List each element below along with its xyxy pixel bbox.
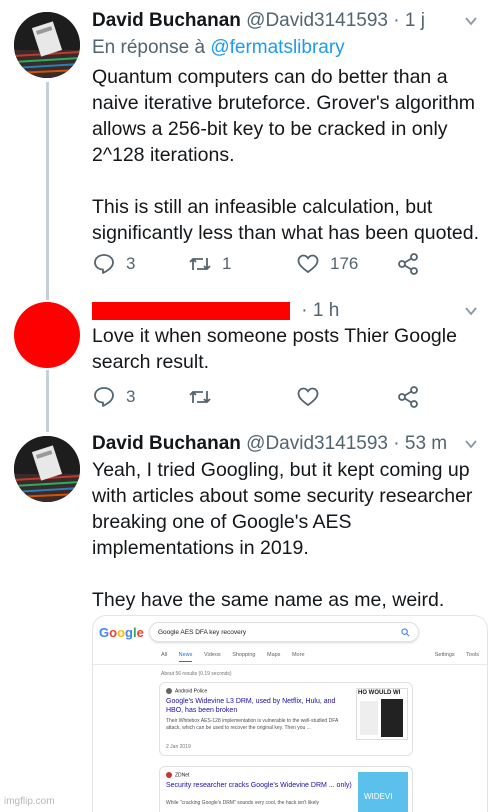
tweet-line: significantly less than what has been qu… <box>92 222 480 244</box>
timestamp[interactable]: · 53 m <box>393 433 447 454</box>
handle[interactable]: @David3141593 <box>246 433 388 454</box>
tweet-line: 2^128 iterations. <box>92 144 235 166</box>
like-button[interactable]: 176 <box>296 252 358 276</box>
reply-button[interactable]: 3 <box>92 385 135 409</box>
search-tools: Settings Tools <box>425 652 479 658</box>
favicon-icon <box>166 772 172 778</box>
result-title: Google's Widevine L3 DRM, used by Netfli… <box>166 698 336 714</box>
tab-shopping: Shopping <box>232 652 256 658</box>
tab-more: More <box>291 652 305 658</box>
action-bar: 3 1 176 <box>92 252 432 276</box>
share-button[interactable] <box>396 385 420 409</box>
chevron-down-icon[interactable] <box>464 437 478 451</box>
timestamp[interactable]: · 1 j <box>393 10 425 31</box>
heart-icon <box>297 387 319 407</box>
avatar-redacted[interactable] <box>14 302 80 368</box>
reply-count: 3 <box>126 387 136 406</box>
result-stats: About 56 results (0.19 seconds) <box>161 671 232 677</box>
search-tabs: All News Videos Shopping Maps More <box>161 652 315 662</box>
heart-icon <box>297 254 319 274</box>
result-title: Security researcher cracks Google's Wide… <box>166 782 352 789</box>
tweet-line: This is still an infeasible calculation,… <box>92 196 433 218</box>
thumbnail-caption: HO WOULD WI <box>358 690 401 696</box>
tweet-line: Love it when someone posts Thier Google <box>92 325 457 347</box>
share-icon <box>398 253 418 275</box>
timestamp[interactable]: · 1 h <box>301 300 339 321</box>
result-snippet: While "cracking Google's DRM" sounds ver… <box>166 800 320 806</box>
tweet-line: breaking one of Google's AES <box>92 511 352 533</box>
settings-link: Settings <box>434 652 455 658</box>
thumbnail-graphic <box>360 701 378 735</box>
tweet-line <box>92 561 492 587</box>
display-name[interactable]: David Buchanan <box>92 433 241 454</box>
share-icon <box>398 386 418 408</box>
reply-button[interactable]: 3 <box>92 252 135 276</box>
retweet-icon <box>189 391 211 403</box>
tweet-line: Quantum computers can do better than a <box>92 66 448 88</box>
chevron-down-icon[interactable] <box>464 304 478 318</box>
tweet-line: search result. <box>92 351 210 373</box>
reply-mention-link[interactable]: @fermatslibrary <box>210 37 344 58</box>
tweet-text: Yeah, I tried Googling, but it kept comi… <box>92 457 492 613</box>
retweet-button[interactable] <box>188 385 212 409</box>
avatar[interactable] <box>14 12 80 78</box>
result-thumbnail: HO WOULD WI <box>356 688 408 740</box>
google-logo: Google <box>99 625 144 640</box>
avatar[interactable] <box>14 436 80 502</box>
divider <box>93 664 487 665</box>
attached-image[interactable]: Google Google AES DFA key recovery All N… <box>92 615 488 812</box>
watermark: imgflip.com <box>4 796 55 807</box>
search-query: Google AES DFA key recovery <box>158 629 247 636</box>
reply-count: 3 <box>126 254 136 273</box>
tab-maps: Maps <box>266 652 281 658</box>
retweet-count: 1 <box>222 254 232 273</box>
tweet-1[interactable]: David Buchanan @David3141593 · 1 j En ré… <box>0 0 500 290</box>
avatar-image-icon <box>14 436 80 502</box>
tweet-line <box>92 168 492 194</box>
result-date: 2 Jan 2019 <box>166 744 191 750</box>
thumbnail-caption: WIDEVI <box>364 792 393 801</box>
favicon-icon <box>166 688 172 694</box>
share-button[interactable] <box>396 252 420 276</box>
thumbnail-graphic <box>381 699 403 737</box>
result-thumbnail: WIDEVI <box>358 772 408 812</box>
result-source: ZDNet <box>166 772 189 778</box>
search-icon <box>401 628 410 637</box>
news-result: ZDNet Security researcher cracks Google'… <box>159 766 413 812</box>
tweet-header: · 1 h <box>92 300 339 322</box>
tweet-header: David Buchanan @David3141593 · 53 m <box>92 433 447 455</box>
reply-context: En réponse à @fermatslibrary <box>92 37 345 59</box>
tab-videos: Videos <box>203 652 221 658</box>
reply-icon <box>94 254 114 274</box>
reply-prefix: En réponse à <box>92 37 206 58</box>
handle[interactable]: @David3141593 <box>246 10 388 31</box>
retweet-icon <box>189 258 211 270</box>
action-bar: 3 <box>92 385 432 409</box>
tweet-line: naive iterative bruteforce. Grover's alg… <box>92 92 476 114</box>
reply-icon <box>94 387 114 407</box>
news-result: Android Police Google's Widevine L3 DRM,… <box>159 682 413 756</box>
result-snippet: Their Whitebox AES-128 implementation is… <box>166 718 339 731</box>
tweet-text: Love it when someone posts Thier Google … <box>92 323 492 375</box>
like-button[interactable] <box>296 385 320 409</box>
like-count: 176 <box>330 254 359 273</box>
display-name[interactable]: David Buchanan <box>92 10 241 31</box>
tweet-line: Yeah, I tried Googling, but it kept comi… <box>92 459 470 481</box>
tab-all: All <box>161 652 168 658</box>
tweet-line: They have the same name as me, weird. <box>92 589 445 611</box>
chevron-down-icon[interactable] <box>464 14 478 28</box>
tweet-line: allows a 256-bit key to be cracked in on… <box>92 118 448 140</box>
tweet-text: Quantum computers can do better than a n… <box>92 64 492 246</box>
tweet-header: David Buchanan @David3141593 · 1 j <box>92 10 425 32</box>
redacted-name <box>92 301 290 320</box>
tools-link: Tools <box>466 652 479 658</box>
tweet-line: implementations in 2019. <box>92 537 309 559</box>
retweet-button[interactable]: 1 <box>188 252 231 276</box>
result-source: Android Police <box>166 688 207 694</box>
avatar-image-icon <box>14 12 80 78</box>
tab-news: News <box>178 652 193 662</box>
tweet-line: with articles about some security resear… <box>92 485 473 507</box>
search-input: Google AES DFA key recovery <box>149 622 419 642</box>
tweet-2[interactable]: · 1 h Love it when someone posts Thier G… <box>0 290 500 430</box>
